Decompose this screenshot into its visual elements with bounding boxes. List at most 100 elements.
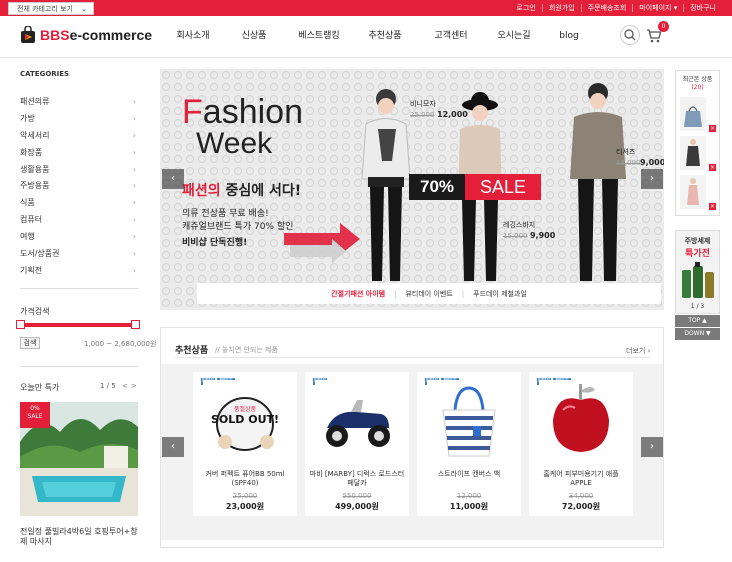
banner-sale-word: SALE bbox=[479, 177, 527, 197]
scroll-down-button[interactable]: DOWN ▼ bbox=[675, 328, 720, 340]
category-label: 생활용품 bbox=[20, 164, 50, 174]
category-item[interactable]: 화장품 › bbox=[20, 145, 138, 162]
promo-line-2: 특가전 bbox=[685, 249, 710, 259]
nav-item-company[interactable]: 회사소개 bbox=[163, 25, 223, 47]
cart-link[interactable]: 장바구니 bbox=[683, 4, 722, 12]
product-name: 마비 [MARBY] 디럭스 로드스터 페달카 bbox=[309, 470, 405, 487]
logo-rest: e-commerce bbox=[69, 27, 153, 43]
banner-title-fashion: Fashion bbox=[182, 95, 303, 129]
nav-item-blog[interactable]: blog bbox=[543, 25, 595, 47]
price-search-button[interactable]: 검색 bbox=[20, 337, 40, 349]
product-image bbox=[427, 380, 511, 460]
banner-line-2: 캐쥬얼브랜드 특가 70% 할인 bbox=[182, 222, 294, 232]
product-card[interactable]: NEW BEST 스트라이프 캔버스 백 12,000 11,000원 bbox=[417, 372, 521, 516]
banner-line-3: 비비샵 단독진행! bbox=[182, 238, 248, 248]
banner-item-price: 12,000 bbox=[437, 110, 468, 119]
today-deal-sale-label: SALE bbox=[27, 413, 43, 420]
banner-sale-pct: 70% bbox=[419, 177, 455, 196]
promo-image bbox=[680, 262, 716, 300]
banner-tab-1[interactable]: 간절기패션 아이템 bbox=[322, 289, 394, 299]
price-search-title: 가격검색 bbox=[20, 307, 50, 316]
product-card[interactable]: NEW BEST 홈케어 피부미용기기 애플 APPLE 34,000 72,0… bbox=[529, 372, 633, 516]
banner-line-1: 의류 전상품 무료 배송! bbox=[182, 209, 269, 219]
banner-next-button[interactable]: › bbox=[641, 169, 663, 189]
chevron-right-icon: › bbox=[650, 173, 654, 184]
category-item[interactable]: 악세서리 › bbox=[20, 128, 138, 145]
products-next-button[interactable]: › bbox=[641, 437, 663, 457]
banner-headline-rest: 중심에 서다! bbox=[220, 183, 302, 199]
scroll-top-button[interactable]: TOP ▲ bbox=[675, 315, 720, 327]
banner-item-old-price: 13,000 bbox=[616, 159, 641, 167]
logo[interactable]: BBSe-commerce bbox=[20, 25, 152, 45]
login-link[interactable]: 로그인 bbox=[511, 4, 542, 12]
today-deal-prev-button[interactable]: < bbox=[122, 382, 128, 390]
today-deal-title: 오늘만 특가 bbox=[20, 383, 60, 392]
chevron-right-icon: › bbox=[132, 181, 136, 191]
product-card[interactable]: NEW BEST 품절상품 SOLD OUT! 커버 퍼펙트 퓨어BB 50ml… bbox=[193, 372, 297, 516]
recent-product-remove-button[interactable]: × bbox=[709, 164, 716, 171]
sidebar-divider bbox=[20, 288, 138, 289]
mypage-link[interactable]: 마이페이지 bbox=[632, 4, 683, 12]
banner-tab-3[interactable]: 푸드데이 제철과일 bbox=[464, 289, 536, 299]
recent-product-remove-button[interactable]: × bbox=[709, 203, 716, 210]
soldout-label: 품절상품 bbox=[233, 406, 257, 413]
banner-title-f: F bbox=[182, 93, 203, 131]
nav-item-recommend[interactable]: 추천상품 bbox=[353, 25, 417, 47]
category-item[interactable]: 가방 › bbox=[20, 111, 138, 128]
price-slider-max-handle[interactable] bbox=[131, 320, 140, 329]
chevron-left-icon: ‹ bbox=[171, 441, 175, 452]
recommended-subtitle: // 놓치면 안되는 제품 bbox=[215, 346, 278, 354]
product-image bbox=[315, 380, 399, 460]
promo-pager: 1 / 3 bbox=[690, 303, 705, 310]
category-item[interactable]: 생활용품 › bbox=[20, 162, 138, 179]
banner-item-old-price: 25,000 bbox=[410, 111, 435, 119]
product-card[interactable]: NEW 마비 [MARBY] 디럭스 로드스터 페달카 550,000 499,… bbox=[305, 372, 409, 516]
category-item[interactable]: 여행 › bbox=[20, 229, 138, 246]
products-prev-button[interactable]: ‹ bbox=[162, 437, 184, 457]
category-item[interactable]: 식품 › bbox=[20, 195, 138, 212]
banner-tab-2[interactable]: 뷰티데이 이벤트 bbox=[396, 289, 461, 299]
price-slider-track[interactable] bbox=[20, 323, 138, 327]
category-label: 패션의류 bbox=[20, 97, 50, 106]
nav-item-best[interactable]: 베스트랭킹 bbox=[285, 25, 353, 47]
today-deal-name[interactable]: 전일정 풀빌라4박6일 호핑투어+창제 마사지 bbox=[20, 527, 138, 547]
product-old-price: 25,000 bbox=[232, 492, 258, 500]
chevron-right-icon: › bbox=[132, 130, 136, 140]
search-button[interactable] bbox=[620, 25, 640, 45]
more-link[interactable]: 더보기 › bbox=[626, 346, 650, 356]
price-slider-min-handle[interactable] bbox=[16, 320, 25, 329]
recent-product-thumb[interactable] bbox=[680, 175, 706, 209]
category-item[interactable]: 기획전 › bbox=[20, 263, 138, 280]
chevron-down-icon: ⌄ bbox=[81, 5, 87, 13]
nav-item-new[interactable]: 신상품 bbox=[223, 25, 285, 47]
category-item[interactable]: 컴퓨터 › bbox=[20, 212, 138, 229]
today-deal-sale-badge: 0% SALE bbox=[20, 402, 50, 428]
category-item[interactable]: 패션의류 › bbox=[20, 94, 138, 111]
main-banner[interactable]: Fashion Week 패션의 중심에 서다! 의류 전상품 무료 배송! 캐… bbox=[160, 69, 664, 310]
recent-product-remove-button[interactable]: × bbox=[709, 125, 716, 132]
product-old-price: 550,000 bbox=[342, 492, 372, 500]
category-item[interactable]: 도서/상품권 › bbox=[20, 246, 138, 263]
banner-headline-red: 패션의 bbox=[182, 183, 221, 199]
nav-item-directions[interactable]: 오시는길 bbox=[485, 25, 543, 47]
recent-product-thumb[interactable] bbox=[680, 136, 706, 170]
category-item[interactable]: 주방용품 › bbox=[20, 178, 138, 195]
sidebar-divider bbox=[20, 366, 138, 367]
banner-item-old-price: 15,000 bbox=[503, 232, 528, 240]
banner-prev-button[interactable]: ‹ bbox=[162, 169, 184, 189]
logo-text: BBSe-commerce bbox=[40, 27, 152, 43]
signup-link[interactable]: 회원가입 bbox=[541, 4, 581, 12]
category-label: 악세서리 bbox=[20, 130, 50, 140]
today-deal-next-button[interactable]: > bbox=[131, 382, 137, 390]
recent-product-thumb[interactable] bbox=[680, 97, 706, 131]
all-categories-button[interactable]: 전체 카테고리 보기 ⌄ bbox=[8, 2, 94, 15]
recent-products-title: 최근본 상품 bbox=[682, 76, 713, 83]
banner-item-price: 9,900 bbox=[530, 231, 556, 240]
chevron-right-icon: › bbox=[132, 249, 136, 259]
chevron-right-icon: › bbox=[647, 347, 651, 355]
order-tracking-link[interactable]: 주문배송조회 bbox=[580, 4, 633, 12]
nav-item-customer[interactable]: 고객센터 bbox=[417, 25, 485, 47]
chevron-right-icon: › bbox=[132, 215, 136, 225]
category-label: 식품 bbox=[20, 198, 35, 208]
product-name: 커버 퍼펙트 퓨어BB 50ml (SPF40) bbox=[205, 470, 285, 487]
